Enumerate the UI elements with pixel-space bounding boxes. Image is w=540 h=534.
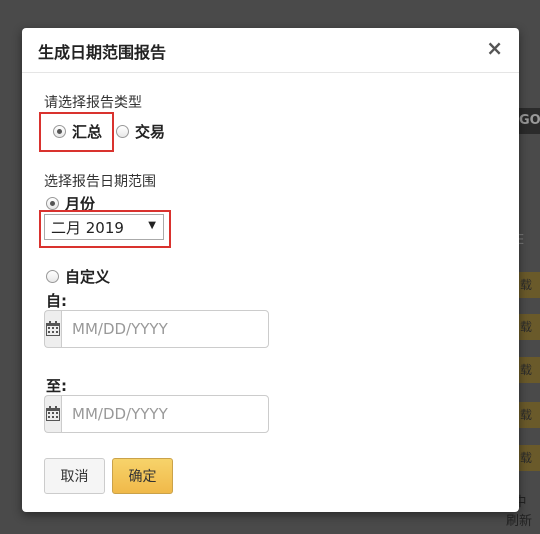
background-download-button: 载	[516, 314, 540, 340]
radio-checked-icon	[46, 197, 59, 210]
month-select[interactable]: 二月 2019 ▼	[44, 214, 164, 240]
calendar-icon	[46, 321, 60, 336]
date-range-report-dialog: 生成日期范围报告 × 请选择报告类型 汇总 交易 选择报告日期范围 月份 二月 …	[22, 28, 519, 512]
from-date-group	[44, 310, 269, 348]
to-label: 至:	[46, 377, 67, 395]
radio-unchecked-icon	[46, 270, 59, 283]
caret-down-icon: ▼	[148, 220, 156, 231]
report-type-label: 请选择报告类型	[44, 95, 142, 111]
radio-custom-label: 自定义	[65, 268, 111, 286]
dialog-title: 生成日期范围报告	[38, 43, 167, 62]
from-label: 自:	[46, 292, 67, 310]
radio-transaction-label: 交易	[135, 123, 166, 141]
dialog-header: 生成日期范围报告 ×	[22, 28, 519, 73]
to-date-group	[44, 395, 269, 433]
date-range-label: 选择报告日期范围	[44, 174, 156, 190]
radio-summary-label: 汇总	[72, 123, 103, 141]
to-calendar-button[interactable]	[44, 395, 61, 433]
background-download-button: 载	[516, 272, 540, 298]
background-text: 刷新	[506, 514, 533, 529]
radio-checked-icon	[53, 125, 66, 138]
background-go-button: GO	[516, 108, 540, 134]
radio-summary[interactable]: 汇总	[53, 121, 102, 142]
cancel-button[interactable]: 取消	[44, 458, 105, 494]
calendar-icon	[46, 406, 60, 421]
background-download-button: 载	[516, 357, 540, 383]
radio-transaction[interactable]: 交易	[116, 121, 165, 142]
radio-custom[interactable]: 自定义	[46, 266, 110, 287]
confirm-button[interactable]: 确定	[112, 458, 173, 494]
close-button[interactable]: ×	[486, 38, 503, 58]
from-calendar-button[interactable]	[44, 310, 61, 348]
background-download-button: 载	[516, 445, 540, 471]
from-date-input[interactable]	[61, 310, 269, 348]
radio-unchecked-icon	[116, 125, 129, 138]
background-download-button: 载	[516, 402, 540, 428]
month-select-value: 二月 2019	[51, 218, 124, 237]
to-date-input[interactable]	[61, 395, 269, 433]
